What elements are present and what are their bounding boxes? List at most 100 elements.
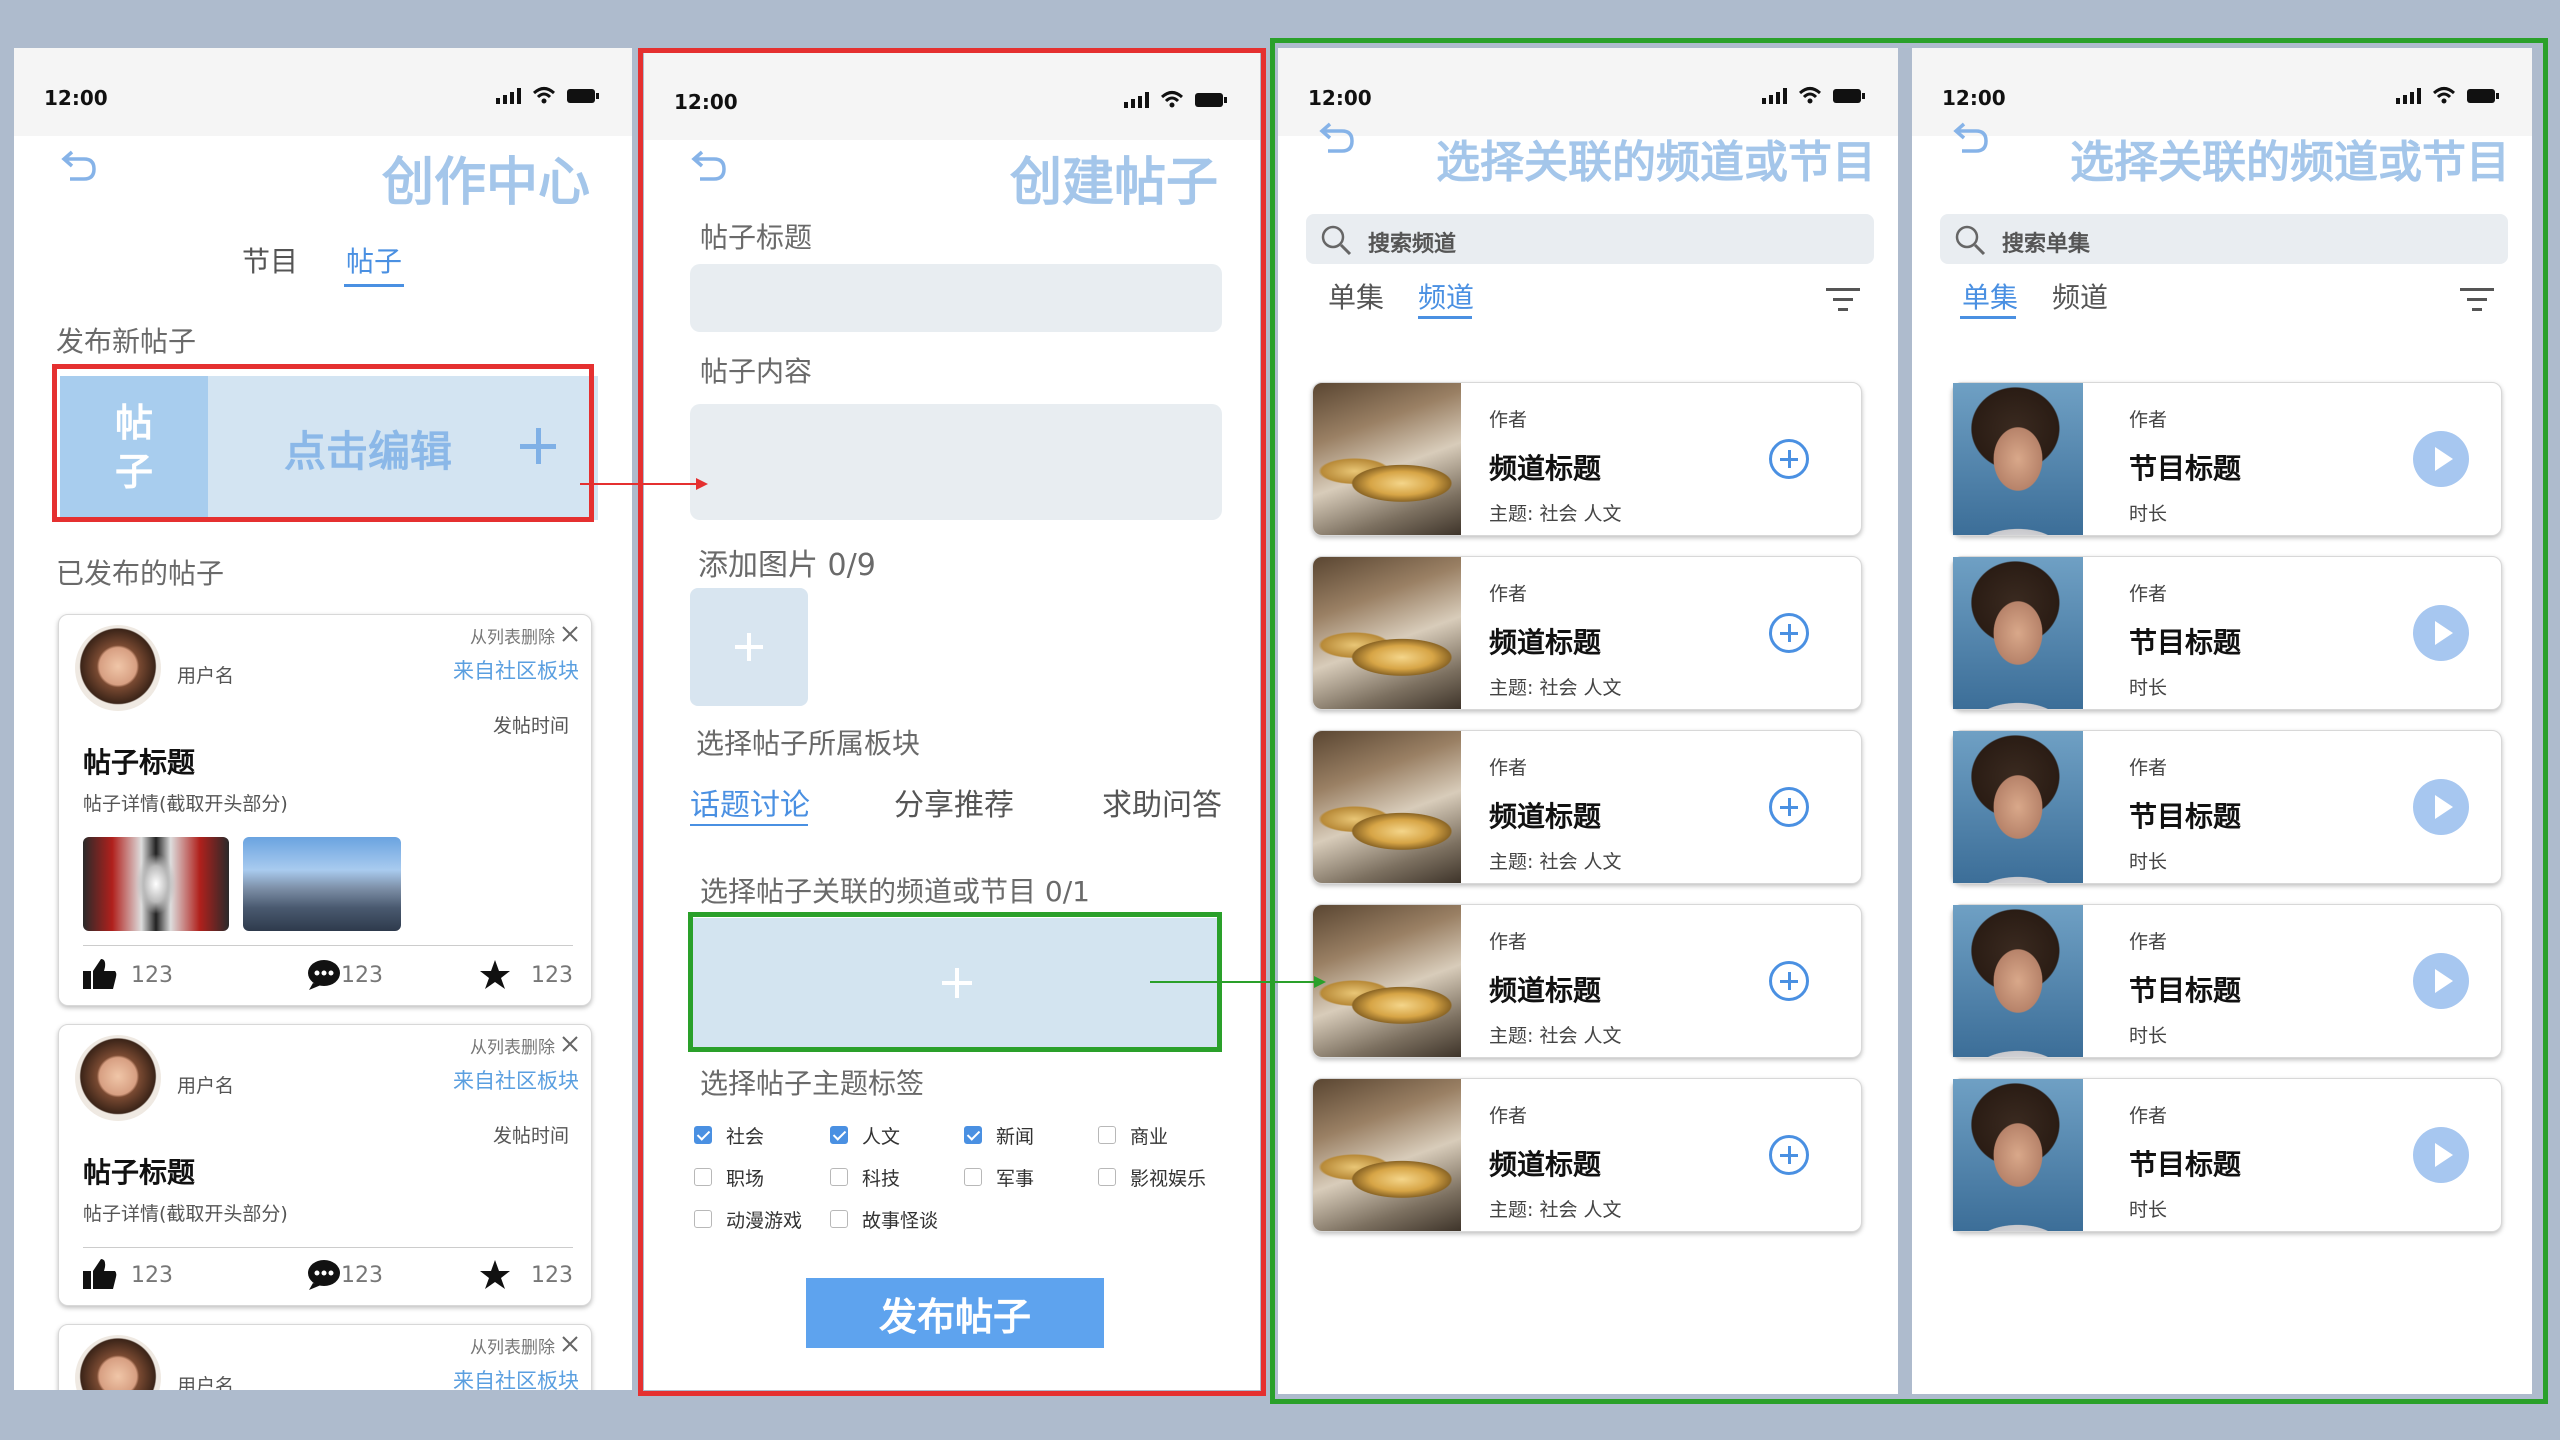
signal-icon [1124,92,1149,108]
username: 用户名 [177,1375,235,1390]
channel-cover [1313,1079,1461,1231]
filter-icon[interactable] [1826,288,1860,312]
post-source[interactable]: 来自社区板块 [453,1365,579,1390]
post-content-input[interactable] [690,404,1222,520]
status-time: 12:00 [1942,86,2006,110]
channel-item[interactable]: 作者 频道标题 主题: 社会 人文 [1312,382,1862,536]
remove-from-list[interactable]: 从列表删除 [470,1033,555,1058]
play-icon[interactable] [2413,431,2469,487]
publish-button[interactable]: 发布帖子 [806,1278,1104,1348]
tag-checkbox[interactable] [964,1126,982,1144]
search-icon [1321,225,1352,256]
tag-checkbox[interactable] [694,1168,712,1186]
tag-checkbox[interactable] [830,1168,848,1186]
section-topic-discussion[interactable]: 话题讨论 [690,780,810,824]
post-content-label: 帖子内容 [700,355,813,388]
add-circle-icon[interactable] [1769,961,1809,1001]
screen-create-post: 12:00 创建帖子 帖子标题 帖子内容 添加图片 0/9 选择帖子所属板块 话… [644,52,1260,1390]
tab-episodes[interactable]: 单集 [1962,276,2018,316]
like-count: 123 [131,963,173,988]
add-circle-icon[interactable] [1769,613,1809,653]
episode-author: 作者 [2129,931,2168,953]
episode-item[interactable]: 作者 节目标题 时长 [1952,382,2502,536]
tag-checkbox[interactable] [830,1126,848,1144]
status-icons [496,86,600,104]
channel-theme: 主题: 社会 人文 [1489,851,1622,873]
add-image-button[interactable] [690,588,808,706]
episode-duration: 时长 [2129,503,2168,525]
tag-checkbox[interactable] [694,1210,712,1228]
episode-item[interactable]: 作者 节目标题 时长 [1952,1078,2502,1232]
close-icon[interactable] [561,625,579,643]
star-count: 123 [531,963,573,988]
play-icon[interactable] [2413,779,2469,835]
wifi-icon [532,87,556,104]
filter-icon[interactable] [2460,288,2494,312]
like-icon[interactable] [83,959,117,991]
episode-item[interactable]: 作者 节目标题 时长 [1952,730,2502,884]
comment-icon[interactable] [307,1259,341,1291]
tag-checkbox[interactable] [694,1126,712,1144]
new-post-badge: 帖子 [60,376,208,520]
play-icon[interactable] [2413,953,2469,1009]
section-underline [690,824,808,826]
comment-icon[interactable] [307,959,341,991]
add-circle-icon[interactable] [1769,787,1809,827]
channel-item[interactable]: 作者 频道标题 主题: 社会 人文 [1312,556,1862,710]
channel-item[interactable]: 作者 频道标题 主题: 社会 人文 [1312,904,1862,1058]
back-icon[interactable] [690,144,730,184]
select-channel-button[interactable] [692,918,1220,1048]
remove-from-list[interactable]: 从列表删除 [470,1333,555,1358]
episode-duration: 时长 [2129,1199,2168,1221]
tab-episodes[interactable]: 单集 [1328,276,1384,316]
post-time: 发帖时间 [492,1125,569,1147]
username: 用户名 [177,1075,235,1097]
status-bar: 12:00 [644,52,1260,140]
new-post-card[interactable]: 帖子 点击编辑 [60,376,598,520]
search-input[interactable]: 搜索频道 [1306,214,1874,264]
episode-item[interactable]: 作者 节目标题 时长 [1952,904,2502,1058]
post-card[interactable]: 用户名 从列表删除 来自社区板块 发帖时间 帖子标题 帖子详情(截取开头部分) … [58,614,592,1006]
star-icon[interactable] [479,1259,511,1291]
post-image-city[interactable] [243,837,401,931]
tag-checkbox[interactable] [964,1168,982,1186]
channel-label: 选择帖子关联的频道或节目 0/1 [700,875,1090,908]
add-circle-icon[interactable] [1769,1135,1809,1175]
tab-channels[interactable]: 频道 [2052,276,2108,316]
section-share-recommend[interactable]: 分享推荐 [894,780,1014,824]
signal-icon [2396,88,2421,104]
play-icon[interactable] [2413,1127,2469,1183]
search-placeholder: 搜索频道 [1368,232,1457,257]
post-card[interactable]: 用户名 从列表删除 来自社区板块 [58,1324,592,1390]
tag-checkbox[interactable] [830,1210,848,1228]
tab-programs[interactable]: 节目 [242,240,298,280]
back-icon[interactable] [60,144,100,184]
back-icon[interactable] [1952,116,1992,156]
section-help-qa[interactable]: 求助问答 [1102,780,1222,824]
post-card[interactable]: 用户名 从列表删除 来自社区板块 发帖时间 帖子标题 帖子详情(截取开头部分) … [58,1024,592,1306]
tab-posts[interactable]: 帖子 [346,240,402,280]
play-icon[interactable] [2413,605,2469,661]
like-icon[interactable] [83,1259,117,1291]
add-circle-icon[interactable] [1769,439,1809,479]
status-time: 12:00 [1308,86,1372,110]
comment-count: 123 [341,963,383,988]
remove-from-list[interactable]: 从列表删除 [470,623,555,648]
page-title: 选择关联的频道或节目 [1436,137,1876,188]
post-source[interactable]: 来自社区板块 [453,1065,579,1095]
tag-checkbox[interactable] [1098,1126,1116,1144]
tag-label: 影视娱乐 [1130,1168,1207,1190]
back-icon[interactable] [1318,116,1358,156]
post-image-train[interactable] [83,837,229,931]
star-icon[interactable] [479,959,511,991]
tab-channels[interactable]: 频道 [1418,276,1474,316]
close-icon[interactable] [561,1035,579,1053]
close-icon[interactable] [561,1335,579,1353]
episode-item[interactable]: 作者 节目标题 时长 [1952,556,2502,710]
channel-item[interactable]: 作者 频道标题 主题: 社会 人文 [1312,730,1862,884]
post-title-input[interactable] [690,264,1222,332]
post-source[interactable]: 来自社区板块 [453,655,579,685]
tag-checkbox[interactable] [1098,1168,1116,1186]
channel-item[interactable]: 作者 频道标题 主题: 社会 人文 [1312,1078,1862,1232]
search-input[interactable]: 搜索单集 [1940,214,2508,264]
